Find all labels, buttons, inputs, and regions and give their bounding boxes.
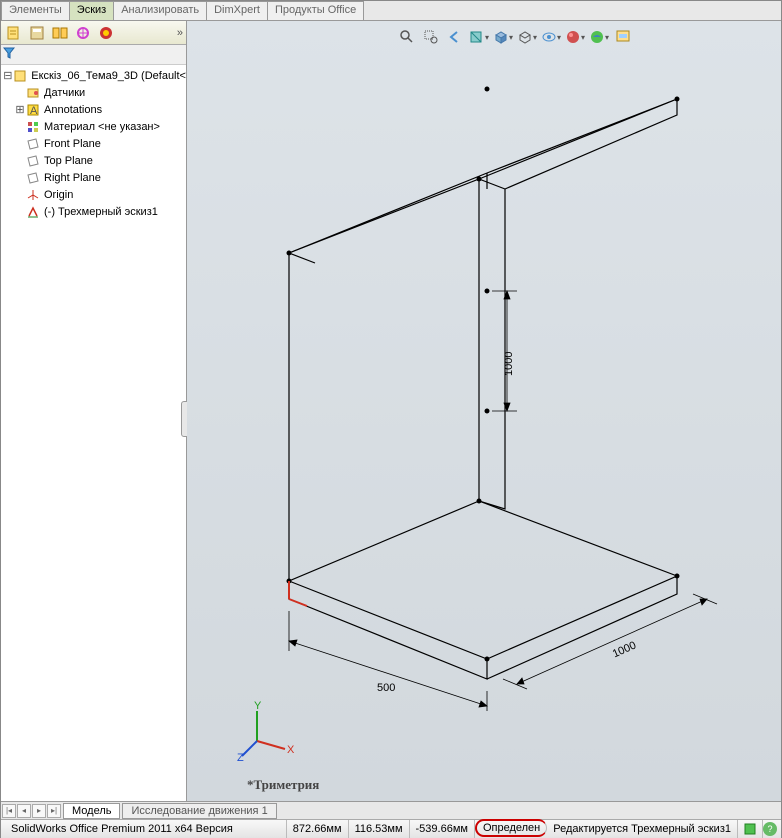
tree-annotations[interactable]: ⊞ A Annotations — [1, 101, 186, 118]
property-manager-icon[interactable] — [27, 24, 47, 42]
tab-analyze[interactable]: Анализировать — [113, 1, 207, 20]
status-help-icon[interactable]: ? — [763, 822, 777, 836]
dim-1000-diagonal[interactable]: 1000 — [611, 639, 638, 660]
sensors-icon — [25, 86, 41, 100]
filter-icon[interactable] — [3, 47, 17, 61]
status-unit-icon[interactable] — [738, 820, 763, 838]
render-manager-icon[interactable] — [96, 24, 116, 42]
command-manager-tabs: Элементы Эскиз Анализировать DimXpert Пр… — [1, 1, 781, 21]
feature-tree: ⊟ Екскіз_06_Тема9_3D (Default< Датчики ⊞… — [1, 65, 186, 801]
tab-elements[interactable]: Элементы — [1, 1, 70, 20]
display-style-icon[interactable] — [517, 27, 537, 47]
section-view-icon[interactable] — [469, 27, 489, 47]
orientation-triad[interactable]: Y X Z — [237, 701, 297, 761]
expand-icon[interactable]: ⊞ — [15, 103, 25, 116]
tab-nav-first-icon[interactable]: |◂ — [2, 804, 16, 818]
document-tabs: |◂ ◂ ▸ ▸| Модель Исследование движения 1 — [1, 801, 781, 819]
tree-origin[interactable]: Origin — [1, 186, 186, 203]
feature-manager-panel: » ⊟ Екскіз_06_Тема9_3D (Default< Датчики… — [1, 21, 187, 801]
tree-origin-label: Origin — [44, 189, 73, 201]
tree-front-label: Front Plane — [44, 138, 101, 150]
view-orientation-icon[interactable] — [493, 27, 513, 47]
tree-3dsketch[interactable]: (-) Трехмерный эскиз1 — [1, 203, 186, 220]
tree-3dsketch-label: (-) Трехмерный эскиз1 — [44, 206, 158, 218]
tree-annotations-label: Annotations — [44, 104, 102, 116]
collapse-icon[interactable]: ⊟ — [3, 69, 13, 82]
hide-show-icon[interactable] — [541, 27, 561, 47]
tree-root-label: Екскіз_06_Тема9_3D (Default< — [31, 70, 186, 82]
status-editing: Редактируется Трехмерный эскиз1 — [547, 820, 738, 838]
sketch-drawing: 500 1000 1000 — [217, 51, 777, 771]
tree-root[interactable]: ⊟ Екскіз_06_Тема9_3D (Default< — [1, 67, 186, 84]
status-product: SolidWorks Office Premium 2011 x64 Верси… — [5, 820, 287, 838]
status-bar: SolidWorks Office Premium 2011 x64 Верси… — [1, 819, 781, 838]
plane-icon — [25, 137, 41, 151]
view-heads-up-toolbar — [397, 27, 633, 47]
tab-model[interactable]: Модель — [63, 803, 120, 819]
tab-nav-prev-icon[interactable]: ◂ — [17, 804, 31, 818]
status-coord-z: -539.66мм — [410, 820, 475, 838]
zoom-area-icon[interactable] — [421, 27, 441, 47]
tab-nav-next-icon[interactable]: ▸ — [32, 804, 46, 818]
svg-text:Y: Y — [254, 701, 262, 712]
tree-front-plane[interactable]: Front Plane — [1, 135, 186, 152]
panel-flyout-icon[interactable]: » — [177, 27, 183, 39]
tree-material[interactable]: Материал <не указан> — [1, 118, 186, 135]
status-coord-x: 872.66мм — [287, 820, 349, 838]
tab-office[interactable]: Продукты Office — [267, 1, 364, 20]
view-settings-icon[interactable] — [613, 27, 633, 47]
tree-sensors-label: Датчики — [44, 87, 85, 99]
scene-icon[interactable] — [589, 27, 609, 47]
plane-icon — [25, 154, 41, 168]
status-defined: Определен — [475, 819, 547, 837]
svg-text:Z: Z — [237, 752, 244, 761]
material-icon — [25, 120, 41, 134]
feature-tree-icon[interactable] — [4, 24, 24, 42]
tree-sensors[interactable]: Датчики — [1, 84, 186, 101]
origin-icon — [25, 188, 41, 202]
annotations-icon: A — [25, 103, 41, 117]
dimxpert-manager-icon[interactable] — [73, 24, 93, 42]
tree-right-label: Right Plane — [44, 172, 101, 184]
svg-text:A: A — [30, 105, 38, 117]
filter-row — [1, 45, 186, 65]
tab-nav-last-icon[interactable]: ▸| — [47, 804, 61, 818]
configuration-manager-icon[interactable] — [50, 24, 70, 42]
status-coord-y: 116.53мм — [349, 820, 410, 838]
appearance-icon[interactable] — [565, 27, 585, 47]
panel-tab-icons: » — [1, 21, 186, 45]
dim-1000-vertical[interactable]: 1000 — [503, 352, 515, 376]
tab-motion-study[interactable]: Исследование движения 1 — [122, 803, 276, 819]
plane-icon — [25, 171, 41, 185]
zoom-fit-icon[interactable] — [397, 27, 417, 47]
dim-500[interactable]: 500 — [377, 682, 395, 694]
tab-dimxpert[interactable]: DimXpert — [206, 1, 268, 20]
tree-right-plane[interactable]: Right Plane — [1, 169, 186, 186]
part-icon — [13, 69, 29, 83]
tree-top-label: Top Plane — [44, 155, 93, 167]
sketch3d-icon — [25, 205, 41, 219]
graphics-viewport[interactable]: 500 1000 1000 *Триметрия Y X Z — [187, 21, 781, 801]
tree-top-plane[interactable]: Top Plane — [1, 152, 186, 169]
tree-material-label: Материал <не указан> — [44, 121, 160, 133]
previous-view-icon[interactable] — [445, 27, 465, 47]
tab-sketch[interactable]: Эскиз — [69, 1, 114, 20]
view-orientation-label: *Триметрия — [247, 777, 319, 793]
svg-text:X: X — [287, 744, 295, 756]
